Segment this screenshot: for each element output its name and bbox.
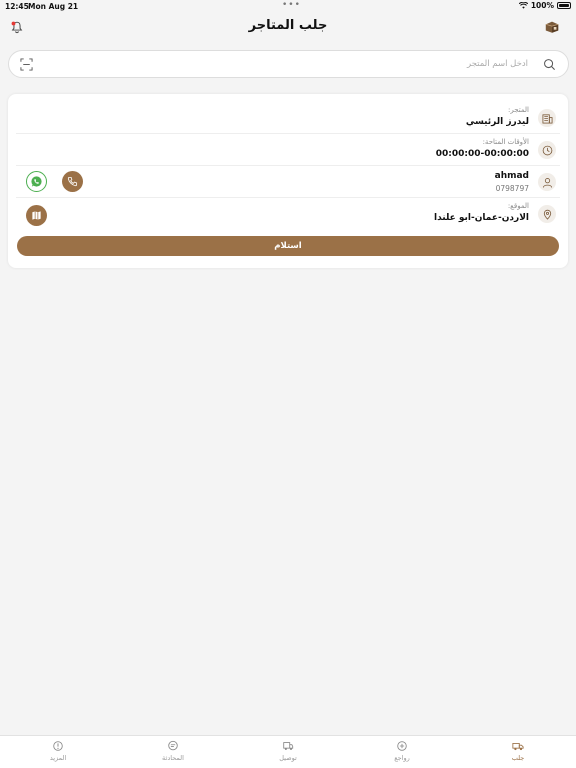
open-map-button[interactable] <box>26 205 47 226</box>
tab-label: جلب <box>511 754 525 762</box>
store-search-bar <box>8 50 569 78</box>
hours-row: الأوقات المتاحة: 00:00:00-00:00:00 <box>16 134 560 166</box>
status-bar: 12:45 Mon Aug 21 ••• 100% <box>0 0 576 12</box>
wifi-icon <box>518 2 528 9</box>
tab-label: المحادثة <box>162 754 184 762</box>
chat-icon <box>168 740 178 751</box>
store-name: ليدرز الرئيسي <box>465 117 529 127</box>
multitask-dots[interactable]: ••• <box>282 0 301 10</box>
location-value: الاردن-عمان-ابو علندا <box>433 213 529 223</box>
tab-more[interactable]: المزيد <box>28 740 88 762</box>
tab-returns[interactable]: رواجع <box>372 740 432 762</box>
tab-chat[interactable]: المحادثة <box>143 740 203 762</box>
store-search-input[interactable] <box>49 56 528 72</box>
call-button[interactable] <box>62 171 83 192</box>
app-header: جلب المتاجر <box>0 12 576 44</box>
clock-icon <box>538 141 556 159</box>
tab-label: رواجع <box>394 754 410 762</box>
store-card: المتجر: ليدرز الرئيسي الأوقات المتاحة: 0… <box>8 94 568 268</box>
contact-name: ahmad <box>494 171 529 181</box>
phone-icon <box>67 176 78 187</box>
qr-scan-icon[interactable] <box>20 58 33 71</box>
more-icon <box>53 741 63 751</box>
map-icon <box>32 211 41 220</box>
bottom-tab-bar: جلب رواجع توصيل المحادثة المزيد <box>0 735 576 768</box>
whatsapp-icon <box>31 176 42 187</box>
store-label: المتجر: <box>508 106 529 114</box>
receive-button[interactable]: استلام <box>17 236 559 256</box>
app-logo-icon <box>545 21 559 33</box>
status-date: Mon Aug 21 <box>28 2 79 11</box>
location-row: الموقع: الاردن-عمان-ابو علندا <box>16 198 560 230</box>
battery-icon <box>557 2 571 9</box>
tab-label: توصيل <box>279 754 297 762</box>
hours-label: الأوقات المتاحة: <box>482 138 529 146</box>
status-right: 100% <box>518 1 571 10</box>
hours-value: 00:00:00-00:00:00 <box>435 149 529 159</box>
truck-icon <box>512 743 524 751</box>
search-icon <box>544 59 556 71</box>
location-pin-icon <box>538 205 556 223</box>
whatsapp-button[interactable] <box>26 171 47 192</box>
status-time: 12:45 <box>5 2 29 11</box>
location-label: الموقع: <box>507 202 529 210</box>
delivery-icon <box>283 742 294 751</box>
tab-delivery[interactable]: توصيل <box>258 740 318 762</box>
contact-phone: 0798797 <box>495 184 529 193</box>
store-row: المتجر: ليدرز الرئيسي <box>16 102 560 134</box>
battery-percent: 100% <box>530 1 554 10</box>
tab-fetch[interactable]: جلب <box>488 740 548 762</box>
contact-row: ahmad 0798797 <box>16 166 560 198</box>
return-box-icon <box>397 741 407 751</box>
store-building-icon <box>538 109 556 127</box>
person-icon <box>538 173 556 191</box>
tab-label: المزيد <box>49 754 67 762</box>
page-title: جلب المتاجر <box>248 18 328 33</box>
